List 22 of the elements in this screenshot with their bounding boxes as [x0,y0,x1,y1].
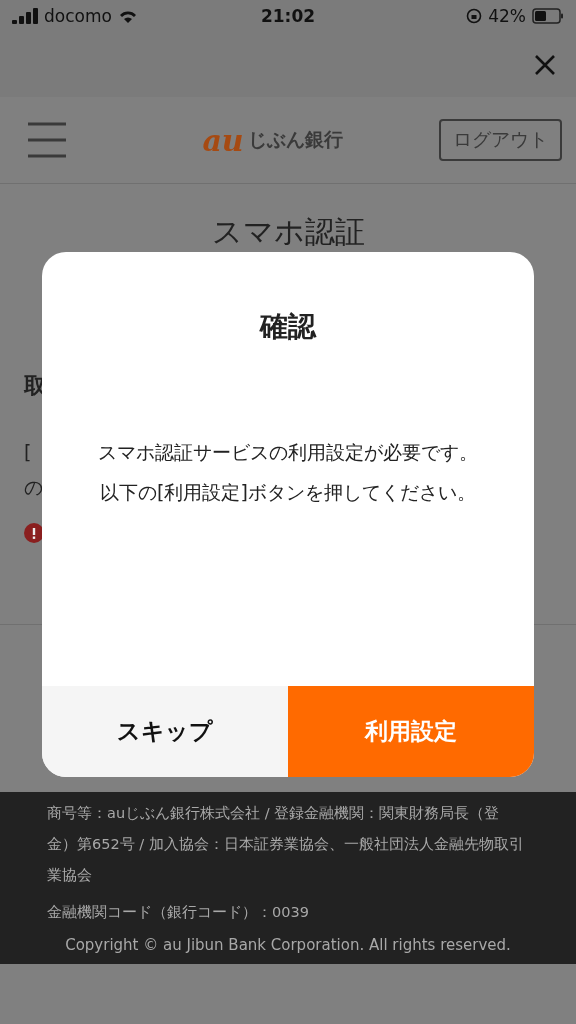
skip-button[interactable]: スキップ [42,686,288,777]
body-text: [ [24,441,32,463]
setup-button[interactable]: 利用設定 [288,686,534,777]
logo-text: じぶん銀行 [247,127,343,152]
logo-mark: au [202,122,244,158]
logout-button[interactable]: ログアウト [439,119,562,161]
warning-icon [24,523,44,543]
company-info: 商号等：auじぶん銀行株式会社 / 登録金融機関：関東財務局長（登金）第652号 / 加入協会：日本証券業協会、一般社団法人金融先物取引業協会 [47,804,525,885]
signal-icon [12,8,38,24]
dialog-message: スマホ認証サービスの利用設定が必要です。 以下の[利用設定]ボタンを押してください。 [97,440,479,505]
dialog-title: 確認 [258,309,318,345]
page-title: スマホ認証 [210,213,366,251]
copyright: Copyright © au Jibun Bank Corporation. All rights reserved. [64,935,512,956]
status-time: 21:02 [260,6,316,26]
menu-icon[interactable] [28,122,66,158]
bank-code: 金融機関コード（銀行コード）：0039 [47,903,310,922]
rotation-lock-icon [466,8,483,24]
battery-percent: 42% [488,6,526,26]
body-text: の [24,475,43,500]
close-icon[interactable] [534,53,556,76]
carrier-name: docomo [44,6,112,26]
battery-icon [532,8,564,24]
